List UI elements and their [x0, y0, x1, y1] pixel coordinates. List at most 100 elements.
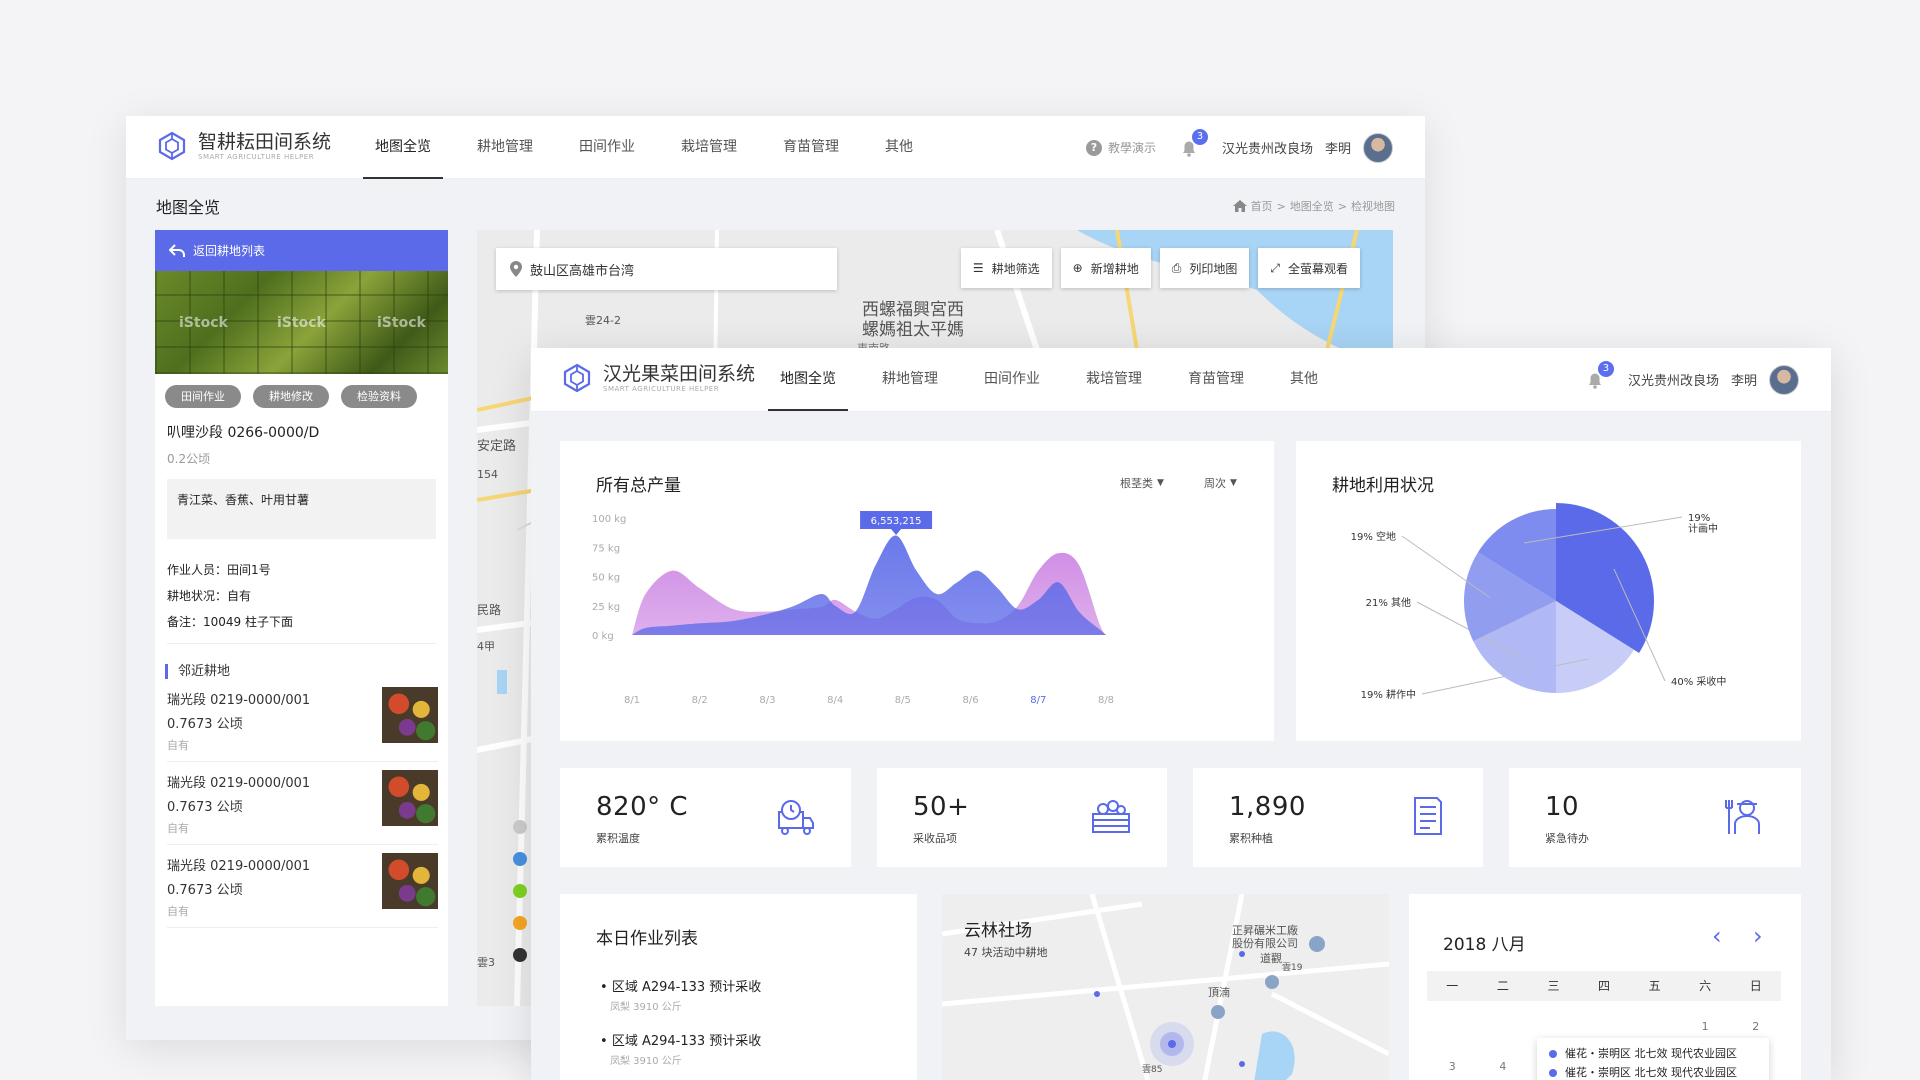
pie-slice-label: 19% 耕作中: [1361, 688, 1416, 701]
avatar[interactable]: [1363, 132, 1393, 163]
nav-other[interactable]: 其他: [1278, 348, 1330, 411]
weekday: 六: [1699, 979, 1712, 993]
map-label: 雲85: [1142, 1064, 1162, 1075]
legend-dot[interactable]: [513, 820, 527, 834]
expand-icon: ⤢: [1270, 260, 1280, 275]
stat-value: 1,890: [1229, 792, 1306, 822]
legend-dot[interactable]: [513, 948, 527, 962]
divider: [167, 643, 436, 644]
back-to-list-button[interactable]: 返回耕地列表: [155, 230, 448, 271]
cube-logo-icon: [158, 131, 186, 161]
filter-fields-label: 耕地筛选: [991, 261, 1040, 276]
calendar-day[interactable]: [1579, 1020, 1630, 1033]
calendar-event[interactable]: 催花・崇明区 北七效 现代农业园区: [1549, 1044, 1757, 1063]
calendar-day[interactable]: [1427, 1020, 1478, 1033]
x-tick-label: 8/3: [759, 695, 775, 706]
farm-name: 汉光贵州改良场: [1221, 142, 1313, 157]
nav-seedling[interactable]: 育苗管理: [1176, 348, 1256, 411]
calendar-prev-button[interactable]: ‹: [1712, 922, 1722, 950]
field-info: 作业人员：田间1号 耕地状况：自有 备注：10049 柱子下面: [167, 557, 448, 635]
edit-field-chip[interactable]: 耕地修改: [253, 385, 329, 408]
add-field-button[interactable]: ⊕ 新增耕地: [1060, 248, 1151, 288]
calendar-day[interactable]: 2: [1730, 1020, 1781, 1033]
question-icon: ?: [1085, 139, 1102, 156]
task-title: 区域 A294-133 预计采收: [611, 1034, 762, 1049]
calendar-day[interactable]: 1: [1680, 1020, 1731, 1033]
nav-seedling[interactable]: 育苗管理: [771, 116, 851, 179]
nav-field-work[interactable]: 田间作业: [567, 116, 647, 179]
weekday: 一: [1446, 979, 1459, 993]
nav-field-management[interactable]: 耕地管理: [465, 116, 545, 179]
app-subtitle: SMART AGRICULTURE HELPER: [198, 153, 315, 161]
map-label: 民路: [477, 602, 501, 617]
help-link[interactable]: ? 教學演示: [1085, 139, 1156, 156]
legend-dot[interactable]: [513, 884, 527, 898]
tooltip-pointer: [891, 529, 902, 535]
pie-slice-label: 21% 其他: [1366, 596, 1411, 609]
notification-badge: 3: [1597, 360, 1614, 377]
breadcrumb-home[interactable]: 首页: [1251, 198, 1273, 214]
nav-cultivation[interactable]: 栽培管理: [1074, 348, 1154, 411]
calendar-day[interactable]: [1478, 1020, 1529, 1033]
app-logo[interactable]: 智耕耘田间系统 SMART AGRICULTURE HELPER: [156, 130, 331, 162]
map-label: 4甲: [477, 640, 495, 653]
breadcrumb-sep: >: [1337, 199, 1347, 213]
map-label: 股份有限公司: [1232, 936, 1298, 950]
x-tick-label: 8/1: [624, 695, 640, 706]
legend-dot[interactable]: [513, 916, 527, 930]
task-title: 区域 A294-133 预计采收: [611, 980, 762, 995]
stat-total-planted: 1,890 累积种植: [1193, 768, 1483, 867]
main-nav: 地图全览 耕地管理 田间作业 栽培管理 育苗管理 其他: [363, 116, 947, 179]
inspection-chip[interactable]: 检验资料: [341, 385, 417, 408]
task-sub: 凤梨 3910 公斤: [610, 1002, 682, 1013]
legend-dot[interactable]: [513, 852, 527, 866]
filter-fields-button[interactable]: ☰ 耕地筛选: [960, 248, 1052, 288]
user-area: 3 汉光贵州改良场 李明: [1584, 348, 1799, 411]
notification-button[interactable]: 3: [1584, 360, 1614, 391]
nav-field-management[interactable]: 耕地管理: [870, 348, 950, 411]
app-title: 汉光果菜田间系统: [603, 363, 756, 385]
pie-slice-label: 19%计画中: [1688, 513, 1718, 535]
nav-map-overview[interactable]: 地图全览: [768, 348, 848, 411]
farm-map-card[interactable]: 正昇碾米工廠 股份有限公司 道觀 頂湳 雲19 雲85 云林社场 47 块活动中…: [942, 894, 1389, 1080]
app-logo[interactable]: 汉光果菜田间系统 SMART AGRICULTURE HELPER: [561, 362, 755, 394]
farm-map-title: 云林社场: [964, 921, 1032, 941]
field-worker: 作业人员：田间1号: [167, 563, 271, 577]
breadcrumb-sep: >: [1276, 199, 1286, 213]
list-item[interactable]: 瑞光段 0219-0000/001 0.7673 公顷 自有: [167, 762, 438, 845]
nav-field-work[interactable]: 田间作业: [972, 348, 1052, 411]
task-item[interactable]: • 区域 A294-133 预计采收 凤梨 3910 公斤: [600, 1030, 761, 1067]
calendar-day[interactable]: 3: [1427, 1060, 1478, 1073]
x-tick-label: 8/4: [827, 695, 843, 706]
nav-map-overview[interactable]: 地图全览: [363, 116, 443, 179]
calendar-event[interactable]: 催花・崇明区 北七效 现代农业园区: [1549, 1063, 1757, 1080]
print-map-button[interactable]: ⎙ 列印地图: [1159, 248, 1250, 288]
y-tick-label: 100 kg: [592, 514, 626, 525]
thermometer-truck-icon: [778, 800, 814, 835]
field-area: 0.2公顷: [167, 452, 211, 466]
breadcrumb-map[interactable]: 地图全览: [1290, 198, 1334, 214]
nearby-thumbnail: [382, 687, 438, 743]
calendar-day[interactable]: [1629, 1020, 1680, 1033]
avatar[interactable]: [1769, 364, 1799, 395]
calendar-day[interactable]: 4: [1478, 1060, 1529, 1073]
notification-button[interactable]: 3: [1178, 128, 1208, 159]
field-name: 叭哩沙段 0266-0000/D: [167, 425, 320, 441]
list-item[interactable]: 瑞光段 0219-0000/001 0.7673 公顷 自有: [167, 679, 438, 762]
y-tick-label: 75 kg: [592, 543, 620, 554]
front-window: 汉光果菜田间系统 SMART AGRICULTURE HELPER 地图全览 耕…: [531, 348, 1831, 1080]
list-item[interactable]: 瑞光段 0219-0000/001 0.7673 公顷 自有: [167, 845, 438, 928]
field-work-chip[interactable]: 田间作业: [165, 385, 241, 408]
calendar-day[interactable]: [1528, 1020, 1579, 1033]
weekday: 二: [1496, 979, 1509, 993]
nearby-ownership: 自有: [167, 905, 189, 918]
map-search-input[interactable]: 鼓山区高雄市台湾: [496, 248, 837, 290]
fullscreen-button[interactable]: ⤢ 全萤幕观看: [1258, 248, 1360, 288]
map-label: 頂湳: [1208, 985, 1230, 999]
nav-cultivation[interactable]: 栽培管理: [669, 116, 749, 179]
nearby-area: 0.7673 公顷: [167, 883, 243, 898]
calendar-next-button[interactable]: ›: [1753, 922, 1763, 950]
task-item[interactable]: • 区域 A294-133 预计采收 凤梨 3910 公斤: [600, 976, 761, 1013]
stat-value: 50+: [913, 792, 970, 822]
nav-other[interactable]: 其他: [873, 116, 925, 179]
